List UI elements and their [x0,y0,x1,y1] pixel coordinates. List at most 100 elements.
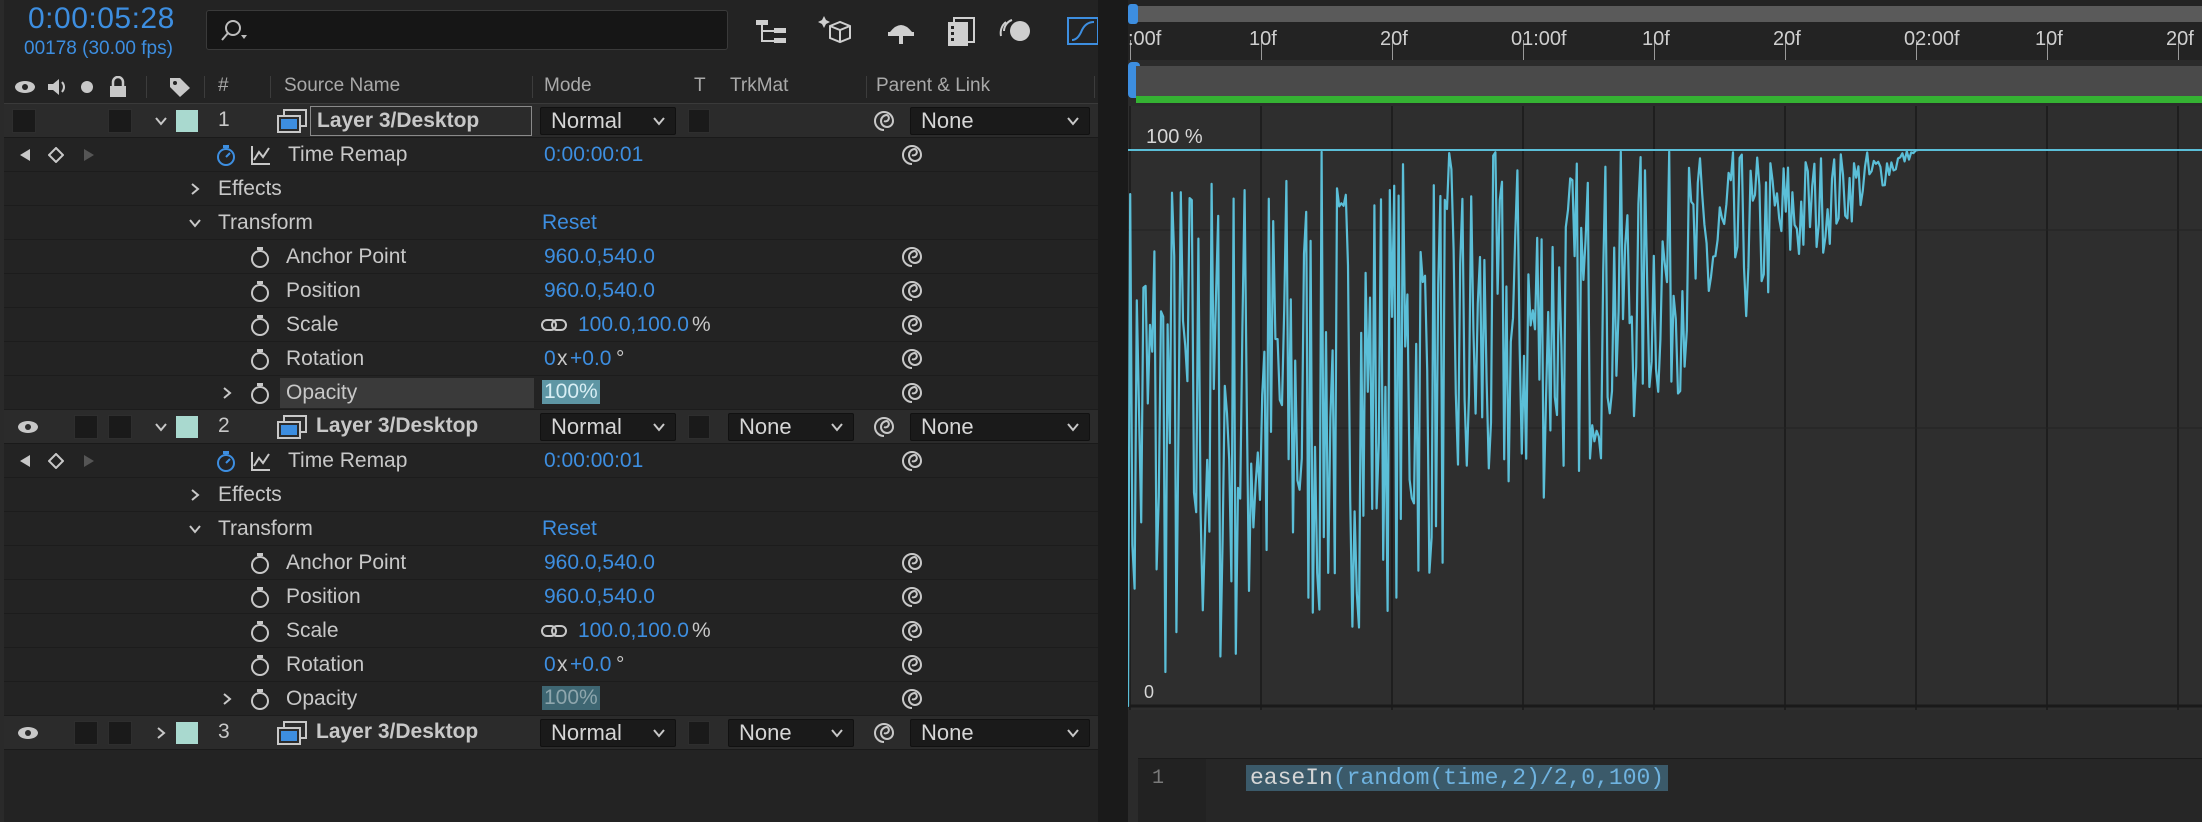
pick-whip-icon[interactable] [872,721,896,745]
time-remap-value[interactable]: 0:00:00:01 [544,449,643,473]
scale-row[interactable]: Scale 100.0,100.0 % [4,614,1098,648]
pick-whip-icon[interactable] [900,653,924,677]
pick-whip-icon[interactable] [900,347,924,371]
draft-3d-icon[interactable] [816,14,854,48]
time-remap-row[interactable]: Time Remap 0:00:00:01 [4,138,1098,172]
audio-icon[interactable] [46,76,68,98]
stopwatch-icon[interactable] [248,653,272,677]
chevron-down-icon[interactable] [188,522,202,536]
value-graph[interactable]: 100 % 0 [1128,106,2202,710]
pick-whip-icon[interactable] [900,381,924,405]
constrain-link-icon[interactable] [540,317,568,333]
blend-mode-dropdown[interactable]: Normal [540,413,676,441]
opacity-row[interactable]: Opacity 100% [4,376,1098,410]
anchor-point-row[interactable]: Anchor Point 960.0,540.0 [4,546,1098,580]
trkmat-dropdown[interactable]: None [728,719,854,747]
zoom-navigator-bar[interactable] [1134,6,2202,22]
opacity-row[interactable]: Opacity 100% [4,682,1098,716]
effects-group-row[interactable]: Effects [4,172,1098,206]
motion-blur-icon[interactable] [998,14,1036,48]
expression-text[interactable]: easeIn(random(time,2)/2,0,100) [1246,765,1669,791]
navigator-start-handle[interactable] [1128,4,1138,24]
time-ruler[interactable]: :00f 10f 20f 01:00f 10f 20f 02:00f 10f 20f [1128,0,2202,60]
position-value[interactable]: 960.0,540.0 [544,585,655,609]
solo-toggle[interactable] [74,721,98,745]
lock-icon[interactable] [108,76,128,98]
chevron-right-icon[interactable] [154,726,168,740]
comp-flowchart-icon[interactable] [752,14,790,48]
lock-toggle[interactable] [108,109,132,133]
stopwatch-icon[interactable] [248,347,272,371]
graph-toggle-icon[interactable] [250,144,272,166]
chevron-right-icon[interactable] [188,182,202,196]
effects-group-row[interactable]: Effects [4,478,1098,512]
layer-source-name[interactable]: Layer 3/Desktop [316,414,478,438]
pick-whip-icon[interactable] [900,585,924,609]
chevron-down-icon[interactable] [154,114,168,128]
chevron-right-icon[interactable] [220,386,234,400]
graph-toggle-icon[interactable] [250,450,272,472]
opacity-value[interactable]: 100% [542,380,600,404]
column-t-header[interactable]: T [694,75,706,97]
column-source-name-header[interactable]: Source Name [284,75,400,97]
lock-toggle[interactable] [108,415,132,439]
lock-toggle[interactable] [108,721,132,745]
frame-blending-icon[interactable] [942,14,980,48]
layer-label-color[interactable] [176,722,198,744]
prev-keyframe-icon[interactable] [18,148,32,162]
layer-row-2[interactable]: 2 Layer 3/Desktop Normal None None [4,410,1098,444]
rotation-revolutions-value[interactable]: 0 [544,347,556,371]
rotation-degrees-value[interactable]: +0.0 [570,347,611,371]
time-remap-row[interactable]: Time Remap 0:00:00:01 [4,444,1098,478]
layer-row-3[interactable]: 3 Layer 3/Desktop Normal None None [4,716,1098,750]
opacity-value[interactable]: 100% [542,686,600,710]
rotation-row[interactable]: Rotation 0 x +0.0 ° [4,648,1098,682]
transform-reset-link[interactable]: Reset [542,211,597,235]
stopwatch-icon[interactable] [248,313,272,337]
position-row[interactable]: Position 960.0,540.0 [4,274,1098,308]
position-value[interactable]: 960.0,540.0 [544,279,655,303]
transform-reset-link[interactable]: Reset [542,517,597,541]
pick-whip-icon[interactable] [900,551,924,575]
video-visibility-icon[interactable] [14,78,36,96]
anchor-point-value[interactable]: 960.0,540.0 [544,245,655,269]
blend-mode-dropdown[interactable]: Normal [540,107,676,135]
anchor-point-row[interactable]: Anchor Point 960.0,540.0 [4,240,1098,274]
pick-whip-icon[interactable] [900,279,924,303]
stopwatch-icon[interactable] [248,551,272,575]
scale-row[interactable]: Scale 100.0,100.0 % [4,308,1098,342]
pick-whip-icon[interactable] [872,415,896,439]
pick-whip-icon[interactable] [900,245,924,269]
add-keyframe-icon[interactable] [48,453,64,469]
preserve-transparency-toggle[interactable] [688,721,710,745]
graph-canvas[interactable] [1128,106,2202,710]
stopwatch-icon[interactable] [248,381,272,405]
current-timecode[interactable]: 0:00:05:28 [28,2,175,36]
pick-whip-icon[interactable] [900,313,924,337]
trkmat-dropdown[interactable]: None [728,413,854,441]
preserve-transparency-toggle[interactable] [688,109,710,133]
column-trkmat-header[interactable]: TrkMat [730,75,788,97]
pick-whip-icon[interactable] [900,143,924,167]
solo-toggle[interactable] [74,415,98,439]
stopwatch-icon[interactable] [248,279,272,303]
pick-whip-icon[interactable] [900,687,924,711]
chevron-right-icon[interactable] [188,488,202,502]
anchor-point-value[interactable]: 960.0,540.0 [544,551,655,575]
layer-source-name[interactable]: Layer 3/Desktop [316,720,478,744]
pick-whip-icon[interactable] [900,619,924,643]
scale-value[interactable]: 100.0,100.0 [578,619,689,643]
solo-icon[interactable] [80,80,94,94]
expression-editor[interactable]: 1 easeIn(random(time,2)/2,0,100) [1138,758,2202,822]
stopwatch-active-icon[interactable] [214,449,238,473]
eye-icon[interactable] [16,724,40,742]
time-remap-value[interactable]: 0:00:00:01 [544,143,643,167]
chevron-down-icon[interactable] [188,216,202,230]
shy-layers-icon[interactable] [882,14,920,48]
label-tag-icon[interactable] [168,76,192,98]
eye-icon[interactable] [16,418,40,436]
stopwatch-active-icon[interactable] [214,143,238,167]
rotation-degrees-value[interactable]: +0.0 [570,653,611,677]
next-keyframe-icon[interactable] [82,148,96,162]
parent-dropdown[interactable]: None [910,719,1090,747]
